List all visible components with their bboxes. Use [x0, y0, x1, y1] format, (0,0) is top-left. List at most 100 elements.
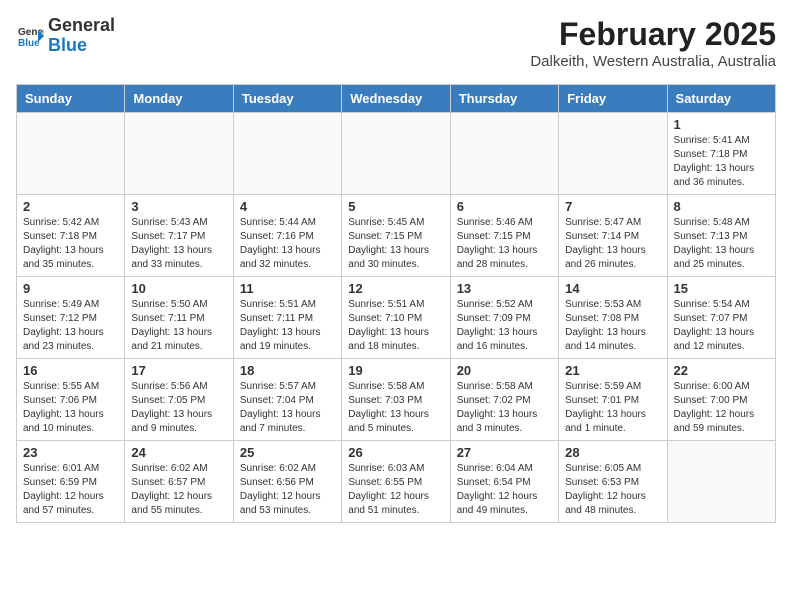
calendar-cell: 24 Sunrise: 6:02 AM Sunset: 6:57 PM Dayli…	[125, 441, 233, 523]
calendar-cell: 11 Sunrise: 5:51 AM Sunset: 7:11 PM Dayli…	[233, 277, 341, 359]
day-info: Sunrise: 5:45 AM Sunset: 7:15 PM Dayligh…	[348, 216, 443, 272]
calendar-table: SundayMondayTuesdayWednesdayThursdayFrid…	[16, 84, 776, 523]
day-info: Sunrise: 5:44 AM Sunset: 7:16 PM Dayligh…	[240, 216, 335, 272]
day-info: Sunrise: 5:56 AM Sunset: 7:05 PM Dayligh…	[131, 380, 226, 436]
calendar-cell: 19 Sunrise: 5:58 AM Sunset: 7:03 PM Dayli…	[342, 359, 450, 441]
calendar-header-tuesday: Tuesday	[233, 85, 341, 113]
calendar-cell: 17 Sunrise: 5:56 AM Sunset: 7:05 PM Dayli…	[125, 359, 233, 441]
day-number: 1	[674, 117, 769, 132]
day-info: Sunrise: 5:47 AM Sunset: 7:14 PM Dayligh…	[565, 216, 660, 272]
calendar-header-sunday: Sunday	[17, 85, 125, 113]
calendar-cell: 27Sunrise: 6:04 AM Sunset: 6:54 PM Dayli…	[450, 441, 558, 523]
day-info: Sunrise: 5:50 AM Sunset: 7:11 PM Dayligh…	[131, 298, 226, 354]
day-number: 3	[131, 199, 226, 214]
day-number: 9	[23, 281, 118, 296]
day-info: Sunrise: 6:05 AM Sunset: 6:53 PM Dayligh…	[565, 462, 660, 518]
logo: General Blue General Blue	[16, 16, 115, 56]
day-number: 15	[674, 281, 769, 296]
calendar-cell: 26 Sunrise: 6:03 AM Sunset: 6:55 PM Dayli…	[342, 441, 450, 523]
calendar-cell	[342, 113, 450, 195]
day-number: 14	[565, 281, 660, 296]
day-number: 16	[23, 363, 118, 378]
day-info: Sunrise: 5:49 AM Sunset: 7:12 PM Dayligh…	[23, 298, 118, 354]
day-info: Sunrise: 5:58 AM Sunset: 7:03 PM Dayligh…	[348, 380, 443, 436]
calendar-cell: 7 Sunrise: 5:47 AM Sunset: 7:14 PM Daylig…	[559, 195, 667, 277]
calendar-cell: 4 Sunrise: 5:44 AM Sunset: 7:16 PM Daylig…	[233, 195, 341, 277]
day-info: Sunrise: 5:42 AM Sunset: 7:18 PM Dayligh…	[23, 216, 118, 272]
day-number: 23	[23, 445, 118, 460]
day-number: 27	[457, 445, 552, 460]
day-info: Sunrise: 6:01 AM Sunset: 6:59 PM Dayligh…	[23, 462, 118, 518]
day-number: 11	[240, 281, 335, 296]
day-number: 21	[565, 363, 660, 378]
day-info: Sunrise: 5:54 AM Sunset: 7:07 PM Dayligh…	[674, 298, 769, 354]
day-info: Sunrise: 5:51 AM Sunset: 7:10 PM Dayligh…	[348, 298, 443, 354]
day-number: 6	[457, 199, 552, 214]
calendar-week-2: 2 Sunrise: 5:42 AM Sunset: 7:18 PM Daylig…	[17, 195, 776, 277]
calendar-header-friday: Friday	[559, 85, 667, 113]
calendar-cell: 20 Sunrise: 5:58 AM Sunset: 7:02 PM Dayli…	[450, 359, 558, 441]
calendar-week-3: 9 Sunrise: 5:49 AM Sunset: 7:12 PM Daylig…	[17, 277, 776, 359]
day-info: Sunrise: 6:00 AM Sunset: 7:00 PM Dayligh…	[674, 380, 769, 436]
calendar-subtitle: Dalkeith, Western Australia, Australia	[530, 53, 776, 70]
calendar-header-row: SundayMondayTuesdayWednesdayThursdayFrid…	[17, 85, 776, 113]
day-number: 5	[348, 199, 443, 214]
calendar-cell: 10 Sunrise: 5:50 AM Sunset: 7:11 PM Dayli…	[125, 277, 233, 359]
day-number: 2	[23, 199, 118, 214]
day-number: 20	[457, 363, 552, 378]
day-number: 4	[240, 199, 335, 214]
day-number: 10	[131, 281, 226, 296]
day-number: 19	[348, 363, 443, 378]
day-info: Sunrise: 5:48 AM Sunset: 7:13 PM Dayligh…	[674, 216, 769, 272]
calendar-cell: 5 Sunrise: 5:45 AM Sunset: 7:15 PM Daylig…	[342, 195, 450, 277]
day-info: Sunrise: 5:53 AM Sunset: 7:08 PM Dayligh…	[565, 298, 660, 354]
calendar-header-saturday: Saturday	[667, 85, 775, 113]
calendar-cell: 12Sunrise: 5:51 AM Sunset: 7:10 PM Dayli…	[342, 277, 450, 359]
title-section: February 2025 Dalkeith, Western Australi…	[530, 16, 776, 70]
day-info: Sunrise: 5:57 AM Sunset: 7:04 PM Dayligh…	[240, 380, 335, 436]
calendar-cell: 23 Sunrise: 6:01 AM Sunset: 6:59 PM Dayli…	[17, 441, 125, 523]
calendar-cell: 22Sunrise: 6:00 AM Sunset: 7:00 PM Dayli…	[667, 359, 775, 441]
calendar-cell: 14 Sunrise: 5:53 AM Sunset: 7:08 PM Dayli…	[559, 277, 667, 359]
calendar-header-thursday: Thursday	[450, 85, 558, 113]
day-number: 26	[348, 445, 443, 460]
day-number: 24	[131, 445, 226, 460]
logo-text: General Blue	[48, 16, 115, 56]
calendar-cell	[450, 113, 558, 195]
calendar-cell: 3 Sunrise: 5:43 AM Sunset: 7:17 PM Daylig…	[125, 195, 233, 277]
calendar-cell	[125, 113, 233, 195]
day-info: Sunrise: 5:46 AM Sunset: 7:15 PM Dayligh…	[457, 216, 552, 272]
day-number: 7	[565, 199, 660, 214]
calendar-cell: 13 Sunrise: 5:52 AM Sunset: 7:09 PM Dayli…	[450, 277, 558, 359]
calendar-cell: 9 Sunrise: 5:49 AM Sunset: 7:12 PM Daylig…	[17, 277, 125, 359]
calendar-cell: 2 Sunrise: 5:42 AM Sunset: 7:18 PM Daylig…	[17, 195, 125, 277]
calendar-title: February 2025	[530, 16, 776, 53]
day-info: Sunrise: 5:58 AM Sunset: 7:02 PM Dayligh…	[457, 380, 552, 436]
calendar-cell	[233, 113, 341, 195]
day-info: Sunrise: 5:55 AM Sunset: 7:06 PM Dayligh…	[23, 380, 118, 436]
calendar-header-monday: Monday	[125, 85, 233, 113]
logo-line2: Blue	[48, 35, 87, 55]
calendar-cell	[559, 113, 667, 195]
calendar-week-5: 23 Sunrise: 6:01 AM Sunset: 6:59 PM Dayli…	[17, 441, 776, 523]
day-info: Sunrise: 5:43 AM Sunset: 7:17 PM Dayligh…	[131, 216, 226, 272]
day-number: 13	[457, 281, 552, 296]
calendar-cell: 8Sunrise: 5:48 AM Sunset: 7:13 PM Daylig…	[667, 195, 775, 277]
day-number: 17	[131, 363, 226, 378]
logo-icon: General Blue	[16, 22, 44, 50]
day-info: Sunrise: 6:02 AM Sunset: 6:57 PM Dayligh…	[131, 462, 226, 518]
day-info: Sunrise: 5:59 AM Sunset: 7:01 PM Dayligh…	[565, 380, 660, 436]
calendar-header-wednesday: Wednesday	[342, 85, 450, 113]
day-number: 28	[565, 445, 660, 460]
calendar-cell	[17, 113, 125, 195]
day-info: Sunrise: 5:52 AM Sunset: 7:09 PM Dayligh…	[457, 298, 552, 354]
calendar-cell: 16 Sunrise: 5:55 AM Sunset: 7:06 PM Dayli…	[17, 359, 125, 441]
day-info: Sunrise: 6:03 AM Sunset: 6:55 PM Dayligh…	[348, 462, 443, 518]
calendar-week-4: 16 Sunrise: 5:55 AM Sunset: 7:06 PM Dayli…	[17, 359, 776, 441]
calendar-cell: 18Sunrise: 5:57 AM Sunset: 7:04 PM Dayli…	[233, 359, 341, 441]
calendar-cell	[667, 441, 775, 523]
calendar-cell: 15 Sunrise: 5:54 AM Sunset: 7:07 PM Dayli…	[667, 277, 775, 359]
day-info: Sunrise: 5:51 AM Sunset: 7:11 PM Dayligh…	[240, 298, 335, 354]
calendar-cell: 28 Sunrise: 6:05 AM Sunset: 6:53 PM Dayli…	[559, 441, 667, 523]
calendar-cell: 1Sunrise: 5:41 AM Sunset: 7:18 PM Daylig…	[667, 113, 775, 195]
